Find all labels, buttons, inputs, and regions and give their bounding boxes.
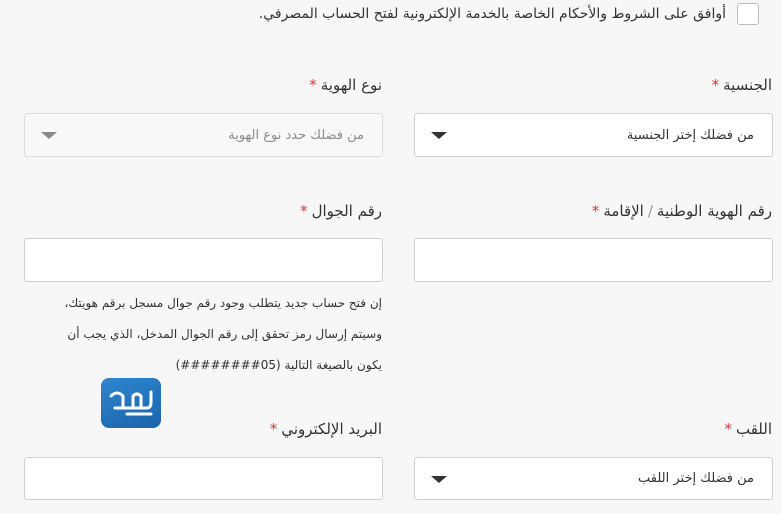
chevron-down-icon — [41, 132, 57, 139]
chevron-down-icon — [431, 475, 447, 483]
required-mark: * — [711, 76, 720, 94]
required-mark: * — [724, 420, 732, 438]
mobile-input[interactable] — [24, 238, 383, 282]
required-mark: * — [591, 202, 600, 220]
label-separator: / — [647, 202, 653, 220]
mobile-note-line1: إن فتح حساب جديد يتطلب وجود رقم جوال مسج… — [64, 296, 382, 310]
chevron-down-icon — [431, 132, 447, 139]
email-label: البريد الإلكتروني* — [270, 420, 382, 438]
title-label-text: اللقب — [735, 420, 772, 438]
required-mark: * — [309, 76, 317, 94]
required-mark: * — [269, 420, 278, 438]
id-type-label: نوع الهوية* — [309, 76, 382, 94]
national-id-label: رقم الهوية الوطنية/الإقامة* — [592, 202, 772, 220]
terms-checkbox[interactable] — [737, 3, 759, 25]
mobile-note-line3: يكون بالصيغة التالية (05########) — [175, 358, 382, 372]
nationality-select[interactable]: من فضلك إختر الجنسية — [414, 113, 773, 157]
nationality-label-text: الجنسية — [723, 76, 772, 94]
required-mark: * — [300, 202, 308, 220]
mobile-label: رقم الجوال* — [300, 202, 382, 220]
title-label: اللقب* — [724, 420, 772, 438]
id-type-select[interactable]: من فضلك حدد نوع الهوية — [24, 113, 383, 157]
nationality-select-value: من فضلك إختر الجنسية — [626, 127, 754, 143]
email-input[interactable] — [24, 457, 383, 500]
national-id-input[interactable] — [414, 238, 773, 282]
national-id-label-part1: رقم الهوية الوطنية — [656, 202, 772, 220]
mobile-label-text: رقم الجوال — [311, 202, 382, 220]
logo-glyph-icon — [109, 390, 153, 416]
nationality-label: الجنسية* — [712, 76, 772, 94]
email-label-text: البريد الإلكتروني — [281, 420, 382, 438]
title-select-value: من فضلك إختر اللقب — [638, 471, 754, 486]
terms-text: أوافق على الشروط والأحكام الخاصة بالخدمة… — [258, 6, 726, 22]
mobile-note-line2: وسيتم إرسال رمز تحقق إلى رقم الجوال المد… — [67, 327, 382, 341]
id-type-label-text: نوع الهوية — [320, 76, 382, 94]
title-select[interactable]: من فضلك إختر اللقب — [414, 457, 773, 500]
national-id-label-part2: الإقامة — [603, 202, 644, 220]
site-logo — [101, 378, 161, 428]
id-type-select-value: من فضلك حدد نوع الهوية — [228, 127, 364, 143]
